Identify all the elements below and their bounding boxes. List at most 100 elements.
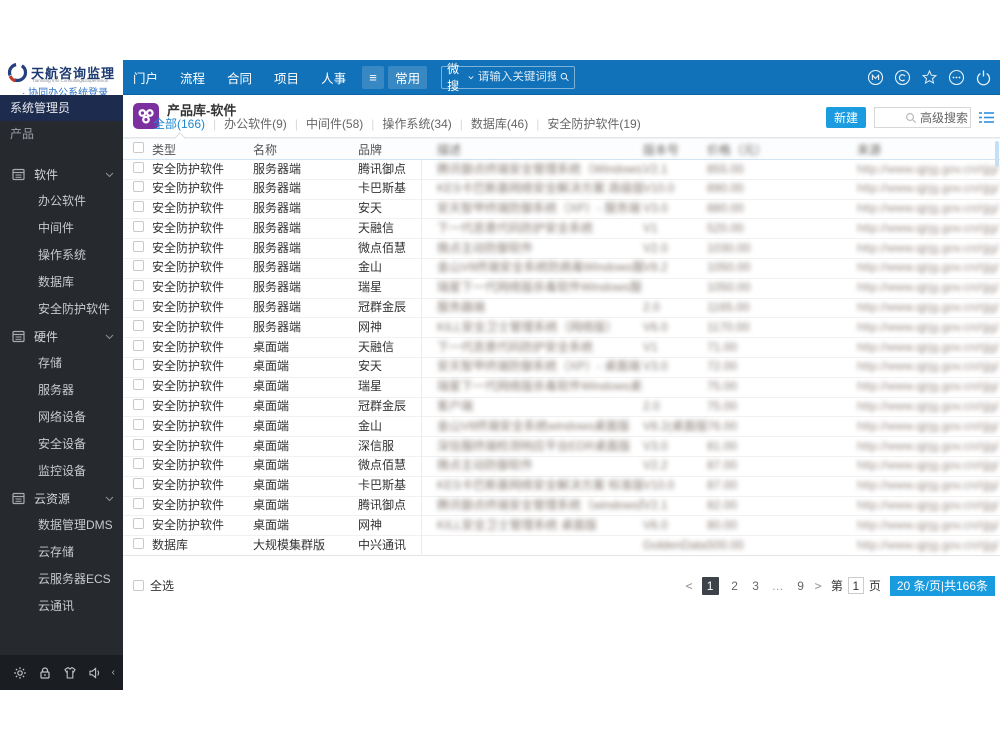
nav-item-2[interactable]: 合同 [227, 68, 252, 87]
column-header-2[interactable]: 品牌 [358, 141, 437, 158]
sidebar-item-0-0[interactable]: 办公软件 [0, 188, 123, 215]
table-row[interactable]: 安全防护软件 服务器端 瑞星 瑞星下一代网络版杀毒软件Windows服务器版 1050.… [123, 279, 1000, 299]
sidebar-item-0-1[interactable]: 中间件 [0, 215, 123, 242]
table-row[interactable]: 安全防护软件 服务器端 天融信 下一代恶意代码防护安全系统 V1 520.00 http:/… [123, 219, 1000, 240]
column-header-3[interactable]: 描述 [437, 141, 643, 158]
table-row[interactable]: 安全防护软件 服务器端 微点佰慧 微点主动防御软件 V2.0 1030.00 http://… [123, 239, 1000, 259]
sidebar-collapse-icon[interactable]: ‹ [112, 667, 115, 678]
table-row[interactable]: 安全防护软件 桌面端 天融信 下一代恶意代码防护安全系统 V1 71.00 http://w… [123, 338, 1000, 358]
row-checkbox[interactable] [133, 438, 144, 450]
prev-page-button[interactable]: < [685, 579, 692, 593]
nav-item-4[interactable]: 人事 [321, 68, 346, 87]
table-row[interactable]: 安全防护软件 服务器端 安天 安天智甲终端防御系统（XP）- 服务端 V3.0 880.0… [123, 200, 1000, 220]
table-search-input[interactable] [875, 111, 905, 124]
table-row[interactable]: 安全防护软件 桌面端 瑞星 瑞星下一代网络版杀毒软件Windows桌面版 75.00 ht… [123, 378, 1000, 398]
row-checkbox[interactable] [133, 339, 144, 351]
row-checkbox[interactable] [133, 498, 144, 510]
cell-source[interactable]: http://www.qjrjg.gov.cn/rjjg/ [857, 377, 1000, 397]
column-header-6[interactable]: 来源 [857, 141, 1000, 158]
table-row[interactable]: 安全防护软件 桌面端 深信服 深信服终端检测响应平台EDR桌面版 V3.0 81.00 ht… [123, 437, 1000, 457]
tab-4[interactable]: 数据库(46) [471, 115, 528, 132]
sidebar-item-1-0[interactable]: 存储 [0, 350, 123, 377]
scrollbar-thumb[interactable] [995, 141, 999, 167]
favorites-star-icon[interactable] [921, 69, 938, 86]
sidebar-item-0-3[interactable]: 数据库 [0, 269, 123, 296]
page-button-9[interactable]: 9 [796, 579, 806, 593]
cell-source[interactable]: http://www.qjrjg.gov.cn/rjjg/ [857, 278, 1000, 298]
sidebar-item-2-2[interactable]: 云服务器ECS [0, 566, 123, 593]
cell-source[interactable]: http://www.qjrjg.gov.cn/rjjg/ [857, 199, 1000, 219]
page-button-2[interactable]: 2 [730, 579, 740, 593]
row-checkbox[interactable] [133, 280, 144, 292]
sidebar-section-product[interactable]: 产品 [0, 121, 123, 148]
sidebar-item-0-2[interactable]: 操作系统 [0, 242, 123, 269]
table-row[interactable]: 安全防护软件 桌面端 金山 金山V8终端安全系统windows桌面版 V8.2(桌面版)… [123, 417, 1000, 438]
cell-source[interactable]: http://www.qjrjg.gov.cn/rjjg/ [857, 516, 1000, 536]
column-header-0[interactable]: 类型 [152, 141, 253, 158]
page-jump-input[interactable]: 1 [847, 577, 864, 595]
column-header-1[interactable]: 名称 [253, 141, 358, 158]
cell-source[interactable]: http://www.qjrjg.gov.cn/rjjg/ [857, 417, 1000, 437]
row-checkbox[interactable] [133, 458, 144, 470]
table-row[interactable]: 安全防护软件 桌面端 安天 安天智甲终端防御系统（XP）- 桌面端 V3.0 72.00 h… [123, 358, 1000, 378]
table-row[interactable]: 安全防护软件 服务器端 金山 金山V8终端安全系统防病毒Windows服务器版V8.2… [123, 259, 1000, 279]
table-row[interactable]: 安全防护软件 服务器端 网神 KILL安全卫士管理系统（网络版） V6.0 1170.00… [123, 318, 1000, 339]
sidebar-item-1-2[interactable]: 网络设备 [0, 404, 123, 431]
table-row[interactable]: 数据库 大规模集群版 中兴通讯 GoldenData s…500.00 http://w… [123, 536, 1000, 556]
next-page-button[interactable]: > [815, 579, 822, 593]
table-row[interactable]: 安全防护软件 桌面端 卡巴斯基 KES卡巴斯基网络安全解决方案 标准版 - KL…V1… [123, 477, 1000, 497]
cell-source[interactable]: http://www.qjrjg.gov.cn/rjjg/ [857, 397, 1000, 417]
nav-item-0[interactable]: 门户 [133, 68, 158, 87]
search-scope-dropdown[interactable]: 微搜 [447, 60, 474, 94]
cell-source[interactable]: http://www.qjrjg.gov.cn/rjjg/ [857, 318, 1000, 338]
page-size-badge[interactable]: 20 条/页|共166条 [889, 575, 995, 596]
messages-icon[interactable] [867, 69, 884, 86]
sidebar-item-2-0[interactable]: 数据管理DMS [0, 512, 123, 539]
sidebar-item-1-1[interactable]: 服务器 [0, 377, 123, 404]
nav-item-3[interactable]: 项目 [274, 68, 299, 87]
select-all-checkbox[interactable] [133, 580, 144, 592]
select-all-header-checkbox[interactable] [133, 142, 144, 153]
lock-icon[interactable] [37, 665, 53, 681]
page-button-3[interactable]: 3 [751, 579, 761, 593]
cell-source[interactable]: http://www.qjrjg.gov.cn/rjjg/ [857, 298, 1000, 318]
cell-source[interactable]: http://www.qjrjg.gov.cn/rjjg/ [857, 476, 1000, 496]
row-checkbox[interactable] [133, 201, 144, 213]
cell-source[interactable]: http://www.qjrjg.gov.cn/rjjg/ [857, 338, 1000, 358]
table-row[interactable]: 安全防护软件 桌面端 腾讯御点 腾讯御点终端安全管理系统（windows版）V2.1版… [123, 497, 1000, 517]
row-checkbox[interactable] [133, 379, 144, 391]
table-row[interactable]: 安全防护软件 桌面端 网神 KILL安全卫士管理系统 桌面版 V6.0 80.00 http… [123, 516, 1000, 537]
nav-item-pinned[interactable]: 常用 [388, 65, 428, 89]
row-checkbox[interactable] [133, 260, 144, 272]
cell-source[interactable]: http://www.qjrjg.gov.cn/rjjg/ [857, 219, 1000, 239]
table-row[interactable]: 安全防护软件 服务器端 冠群金辰 服务器端 2.0 1165.00 http://www.q… [123, 299, 1000, 319]
volume-speaker-icon[interactable] [87, 665, 103, 681]
cell-source[interactable]: http://www.qjrjg.gov.cn/rjjg/ [857, 258, 1000, 278]
sidebar-item-1-4[interactable]: 监控设备 [0, 458, 123, 485]
cell-source[interactable]: http://www.qjrjg.gov.cn/rjjg/ [857, 437, 1000, 457]
row-checkbox[interactable] [133, 161, 144, 173]
cell-source[interactable]: http://www.qjrjg.gov.cn/rjjg/ [857, 179, 1000, 199]
table-row[interactable]: 安全防护软件 桌面端 微点佰慧 微点主动防御软件 V2.2 87.00 http://www… [123, 457, 1000, 477]
global-search-input[interactable] [477, 71, 556, 83]
sidebar-item-2-1[interactable]: 云存储 [0, 539, 123, 566]
cell-source[interactable]: http://www.qjrjg.gov.cn/rjjg/ [857, 536, 1000, 556]
theme-shirt-icon[interactable] [62, 665, 78, 681]
row-checkbox[interactable] [133, 359, 144, 371]
nav-menu-burger-icon[interactable]: ≡ [362, 65, 385, 89]
sidebar-item-2-3[interactable]: 云通讯 [0, 593, 123, 620]
row-checkbox[interactable] [133, 418, 144, 430]
row-checkbox[interactable] [133, 399, 144, 411]
sidebar-group-0[interactable]: 软件 [0, 161, 123, 188]
search-icon[interactable] [905, 112, 917, 124]
more-options-icon[interactable] [948, 69, 965, 86]
power-logout-icon[interactable] [975, 69, 992, 86]
search-icon[interactable] [560, 71, 569, 83]
sidebar-item-1-3[interactable]: 安全设备 [0, 431, 123, 458]
cell-source[interactable]: http://www.qjrjg.gov.cn/rjjg/ [857, 456, 1000, 476]
cell-source[interactable]: http://www.qjrjg.gov.cn/rjjg/ [857, 357, 1000, 377]
row-checkbox[interactable] [133, 220, 144, 232]
feedback-icon[interactable] [894, 69, 911, 86]
page-button-1[interactable]: 1 [701, 576, 719, 595]
row-checkbox[interactable] [133, 537, 144, 549]
